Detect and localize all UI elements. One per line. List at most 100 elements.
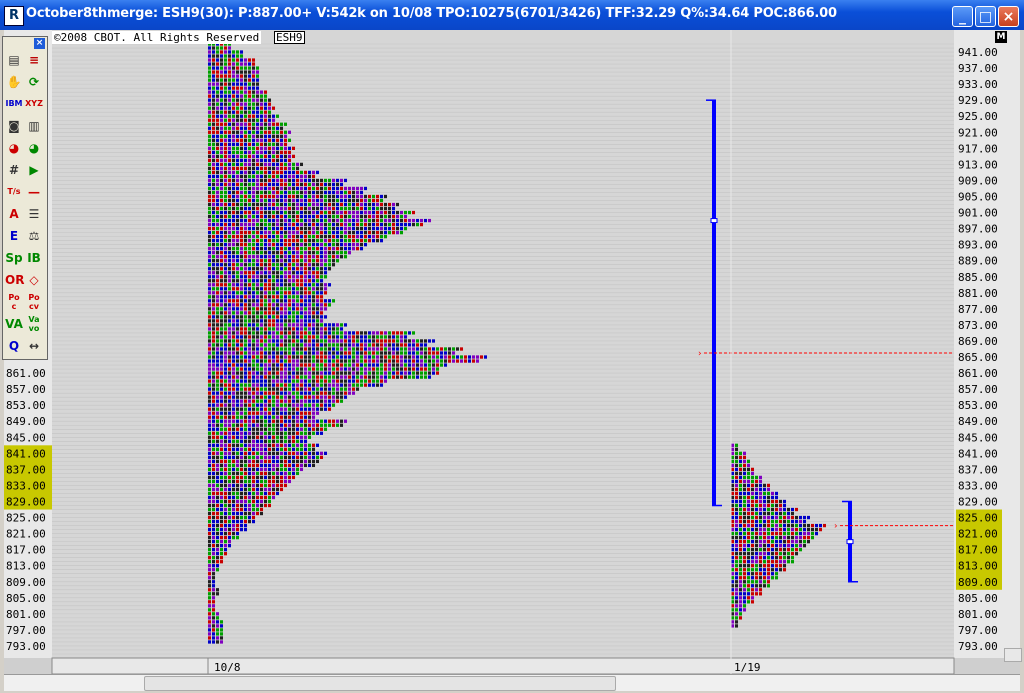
tpo-block bbox=[224, 178, 227, 183]
tpo-block bbox=[228, 307, 231, 311]
chart-frame[interactable]: 941.00 937.00 933.00 929.00 925.00 921.00 917.… bbox=[4, 30, 1020, 690]
tpo-block bbox=[280, 126, 283, 130]
close-button[interactable]: × bbox=[998, 6, 1019, 27]
toolbox-close-button[interactable]: × bbox=[34, 38, 45, 49]
range-bar-midpoint bbox=[846, 539, 854, 545]
ib-icon[interactable]: IB bbox=[25, 249, 43, 267]
or-icon[interactable]: OR bbox=[5, 271, 24, 289]
color-wheel-icon[interactable]: ◕ bbox=[5, 139, 23, 157]
symbol-tag[interactable]: ESH9 bbox=[274, 31, 305, 44]
tpo-block bbox=[428, 351, 431, 355]
tpo-block bbox=[232, 182, 235, 187]
tpo-block bbox=[220, 82, 223, 86]
tpo-block bbox=[368, 347, 371, 351]
app-icon[interactable]: R bbox=[4, 6, 24, 26]
tpo-block bbox=[268, 383, 271, 387]
window-titlebar[interactable]: R October8thmerge: ESH9(30): P:887.00+ V… bbox=[0, 0, 1024, 30]
zoom-icon[interactable]: Q bbox=[5, 337, 23, 355]
tpo-block bbox=[264, 447, 267, 451]
tpo-block bbox=[296, 182, 299, 187]
tpo-block bbox=[256, 355, 259, 359]
tpo-block bbox=[416, 355, 419, 359]
tpo-block bbox=[252, 70, 255, 74]
market-profile-chart[interactable]: 941.00937.00933.00929.00925.00921.00917.… bbox=[4, 30, 1020, 674]
letters-icon[interactable]: ≡ bbox=[25, 51, 43, 69]
tpo-block bbox=[324, 367, 327, 371]
tpo-block bbox=[352, 230, 355, 235]
tpo-block bbox=[376, 331, 379, 335]
ibm-icon[interactable]: IBM bbox=[5, 95, 23, 113]
tpo-block bbox=[743, 511, 746, 516]
refresh-icon[interactable]: ⟳ bbox=[25, 73, 43, 91]
tpo-block bbox=[220, 206, 223, 211]
tpo-block bbox=[232, 443, 235, 447]
tpo-block bbox=[236, 94, 239, 98]
text-icon[interactable]: A bbox=[5, 205, 23, 223]
minimize-button[interactable]: _ bbox=[952, 6, 973, 27]
vavo-icon[interactable]: Va vo bbox=[25, 315, 43, 333]
diamond-icon[interactable]: ◇ bbox=[25, 271, 43, 289]
horizontal-scrollbar[interactable] bbox=[4, 674, 1020, 691]
tpo-block bbox=[220, 359, 223, 363]
tpo-icon[interactable]: ▤ bbox=[5, 51, 23, 69]
tpo-block bbox=[252, 78, 255, 82]
notes-icon[interactable]: ▥ bbox=[25, 117, 43, 135]
tpo-block bbox=[228, 106, 231, 110]
tpo-block bbox=[344, 210, 347, 215]
line-icon[interactable]: — bbox=[25, 183, 43, 201]
tpo-block bbox=[236, 202, 239, 207]
tpo-block bbox=[256, 459, 259, 464]
sp-icon[interactable]: Sp bbox=[5, 249, 23, 267]
scrollbar-thumb[interactable] bbox=[144, 676, 616, 691]
tpo-block bbox=[208, 263, 211, 267]
va-icon[interactable]: VA bbox=[5, 315, 23, 333]
tpo-block bbox=[248, 194, 251, 199]
play-icon[interactable]: ▶ bbox=[25, 161, 43, 179]
tpo-block bbox=[256, 387, 259, 391]
tpo-block bbox=[324, 222, 327, 227]
tpo-block bbox=[428, 367, 431, 371]
maximize-button[interactable]: □ bbox=[975, 6, 996, 27]
scale-icon[interactable]: ⚖ bbox=[25, 227, 43, 245]
ts-icon[interactable]: T/s bbox=[5, 183, 23, 201]
tpo-block bbox=[312, 367, 315, 371]
grid-icon[interactable]: # bbox=[5, 161, 23, 179]
tpo-block bbox=[388, 359, 391, 363]
tpo-block bbox=[332, 367, 335, 371]
tpo-block bbox=[396, 371, 399, 375]
tpo-block bbox=[312, 431, 315, 435]
tpo-block bbox=[256, 447, 259, 451]
tpo-block bbox=[264, 423, 267, 427]
tpo-block bbox=[420, 339, 423, 343]
tpo-block bbox=[232, 146, 235, 150]
tpo-block bbox=[268, 174, 271, 179]
tpo-block bbox=[264, 491, 267, 496]
poc-icon[interactable]: Po c bbox=[5, 293, 23, 311]
tpo-block bbox=[300, 271, 303, 275]
tpo-block bbox=[304, 182, 307, 187]
arrows-icon[interactable]: ↔ bbox=[25, 337, 43, 355]
pocv-icon[interactable]: Po cv bbox=[25, 293, 43, 311]
tpo-block bbox=[232, 54, 235, 58]
tpo-block bbox=[212, 576, 215, 580]
color-wheel2-icon[interactable]: ◕ bbox=[25, 139, 43, 157]
hand-icon[interactable]: ✋ bbox=[5, 73, 23, 91]
tpo-block bbox=[308, 259, 311, 263]
tpo-block bbox=[324, 230, 327, 235]
align-icon[interactable]: ☰ bbox=[25, 205, 43, 223]
tpo-block bbox=[356, 335, 359, 339]
camera-icon[interactable]: ◙ bbox=[5, 117, 23, 135]
tpo-block bbox=[208, 311, 211, 315]
tpo-block bbox=[224, 431, 227, 435]
tpo-block bbox=[328, 355, 331, 359]
xyz-icon[interactable]: XYZ bbox=[25, 95, 43, 113]
tpo-block bbox=[212, 275, 215, 279]
tpo-block bbox=[747, 568, 750, 572]
corner-badge[interactable]: M bbox=[995, 31, 1007, 43]
tpo-block bbox=[228, 174, 231, 179]
profile-icon[interactable]: E bbox=[5, 227, 23, 245]
tpo-block bbox=[340, 234, 343, 239]
tpo-block bbox=[372, 375, 375, 379]
tpo-block bbox=[384, 347, 387, 351]
tpo-block bbox=[236, 118, 239, 122]
